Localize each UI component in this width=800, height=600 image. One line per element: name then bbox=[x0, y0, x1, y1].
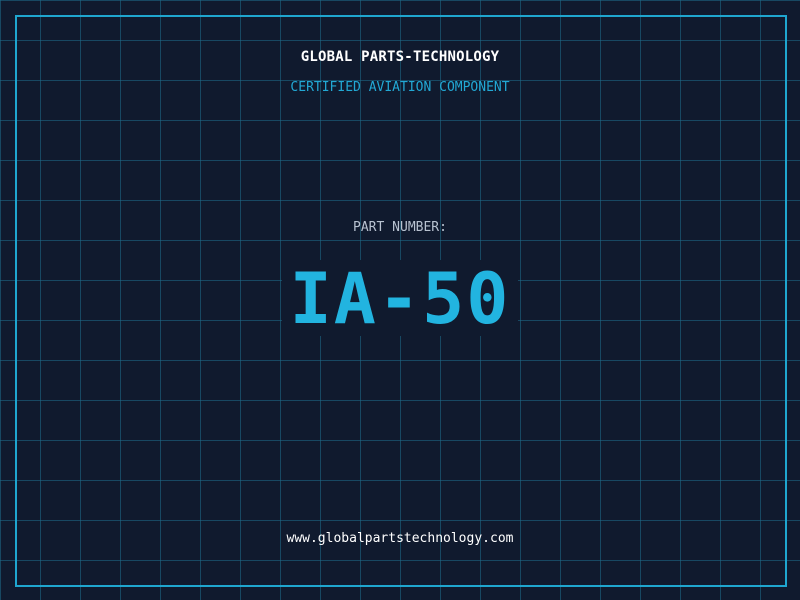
part-number-value: IA-50 bbox=[289, 258, 511, 340]
part-label-card: GLOBAL PARTS-TECHNOLOGY CERTIFIED AVIATI… bbox=[0, 0, 800, 600]
company-name: GLOBAL PARTS-TECHNOLOGY bbox=[300, 49, 500, 65]
website-url: www.globalpartstechnology.com bbox=[286, 531, 514, 546]
part-number-label: PART NUMBER: bbox=[353, 220, 447, 235]
certification-tagline: CERTIFIED AVIATION COMPONENT bbox=[290, 80, 510, 95]
